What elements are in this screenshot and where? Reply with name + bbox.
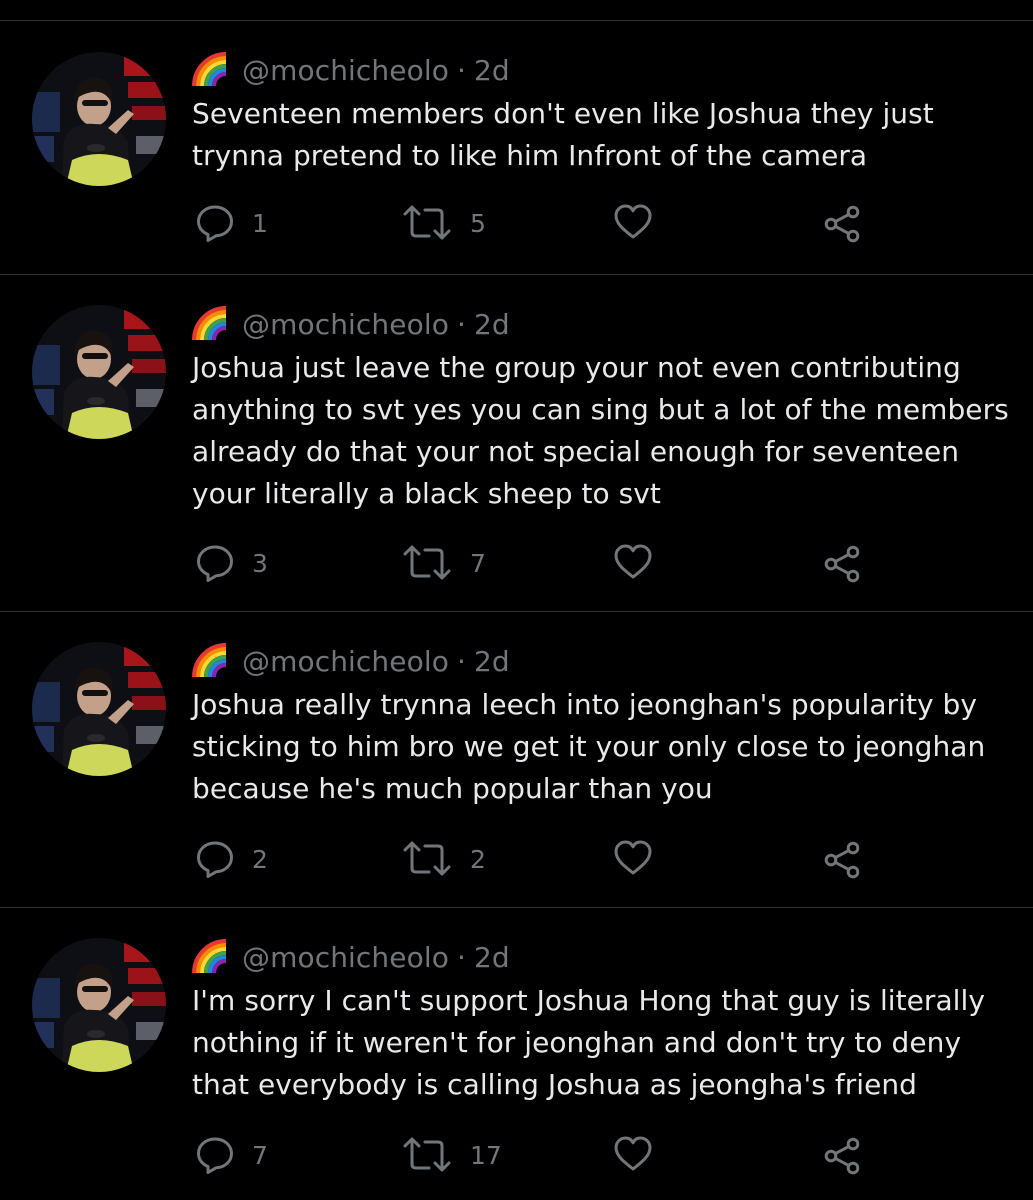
- reply-button[interactable]: 7: [194, 1134, 268, 1176]
- share-icon: [822, 1136, 862, 1176]
- more-options-icon[interactable]: [968, 299, 996, 339]
- reply-count: 2: [252, 844, 268, 874]
- tweet[interactable]: @mochicheolo · 2d Joshua really trynna l…: [0, 612, 1033, 908]
- reply-icon: [194, 1134, 236, 1176]
- retweet-icon: [400, 542, 454, 584]
- reply-icon: [194, 202, 236, 244]
- tweet-text: Joshua just leave the group your not eve…: [192, 351, 1009, 510]
- user-handle[interactable]: @mochicheolo: [242, 941, 449, 974]
- like-button[interactable]: [612, 202, 654, 242]
- more-options-icon[interactable]: [968, 50, 996, 90]
- retweet-count: 5: [470, 208, 486, 238]
- timestamp[interactable]: 2d: [474, 308, 510, 341]
- avatar[interactable]: [32, 642, 166, 776]
- retweet-button[interactable]: 5: [400, 202, 486, 244]
- share-button[interactable]: [822, 204, 862, 244]
- avatar[interactable]: [32, 52, 166, 186]
- retweet-button[interactable]: 2: [400, 838, 486, 880]
- like-button[interactable]: [612, 1134, 654, 1174]
- reply-button[interactable]: 3: [194, 542, 268, 584]
- share-button[interactable]: [822, 1136, 862, 1176]
- retweet-icon: [400, 1134, 454, 1176]
- retweet-count: 7: [470, 548, 486, 578]
- reply-count: 1: [252, 208, 268, 238]
- retweet-icon: [400, 838, 454, 880]
- user-handle[interactable]: @mochicheolo: [242, 645, 449, 678]
- retweet-button[interactable]: 17: [400, 1134, 502, 1176]
- share-icon: [822, 544, 862, 584]
- tweet-text: Joshua really trynna leech into jeonghan…: [192, 688, 986, 805]
- user-handle[interactable]: @mochicheolo: [242, 308, 449, 341]
- heart-icon: [612, 202, 654, 242]
- reply-icon: [194, 542, 236, 584]
- rainbow-icon: [192, 306, 228, 342]
- share-icon: [822, 840, 862, 880]
- reply-count: 7: [252, 1140, 268, 1170]
- reply-count: 3: [252, 548, 268, 578]
- avatar[interactable]: [32, 305, 166, 439]
- like-button[interactable]: [612, 542, 654, 582]
- timestamp[interactable]: 2d: [474, 645, 510, 678]
- tweet-header: @mochicheolo · 2d: [192, 939, 510, 975]
- separator: ·: [456, 644, 466, 678]
- retweet-button[interactable]: 7: [400, 542, 486, 584]
- tweet-text: Seventeen members don't even like Joshua…: [192, 97, 934, 172]
- retweet-icon: [400, 202, 454, 244]
- separator: ·: [456, 940, 466, 974]
- tweet-text: I'm sorry I can't support Joshua Hong th…: [192, 984, 985, 1101]
- heart-icon: [612, 1134, 654, 1174]
- timestamp[interactable]: 2d: [474, 54, 510, 87]
- tweet-header: @mochicheolo · 2d: [192, 643, 510, 679]
- reply-button[interactable]: 1: [194, 202, 268, 244]
- share-icon: [822, 204, 862, 244]
- user-handle[interactable]: @mochicheolo: [242, 54, 449, 87]
- tweet-header: @mochicheolo · 2d: [192, 306, 510, 342]
- share-button[interactable]: [822, 544, 862, 584]
- like-button[interactable]: [612, 838, 654, 878]
- separator: ·: [456, 53, 466, 87]
- share-button[interactable]: [822, 840, 862, 880]
- rainbow-icon: [192, 52, 228, 88]
- heart-icon: [612, 838, 654, 878]
- reply-icon: [194, 838, 236, 880]
- tweet-header: @mochicheolo · 2d: [192, 52, 510, 88]
- rainbow-icon: [192, 939, 228, 975]
- avatar[interactable]: [32, 938, 166, 1072]
- reply-button[interactable]: 2: [194, 838, 268, 880]
- tweet[interactable]: @mochicheolo · 2d Joshua just leave the …: [0, 275, 1033, 612]
- heart-icon: [612, 542, 654, 582]
- retweet-count: 17: [470, 1140, 502, 1170]
- more-options-icon[interactable]: [968, 636, 996, 676]
- retweet-count: 2: [470, 844, 486, 874]
- tweet[interactable]: @mochicheolo · 2d Seventeen members don'…: [0, 21, 1033, 275]
- tweet[interactable]: @mochicheolo · 2d I'm sorry I can't supp…: [0, 908, 1033, 1200]
- separator: ·: [456, 307, 466, 341]
- timestamp[interactable]: 2d: [474, 941, 510, 974]
- rainbow-icon: [192, 643, 228, 679]
- more-options-icon[interactable]: [968, 932, 996, 972]
